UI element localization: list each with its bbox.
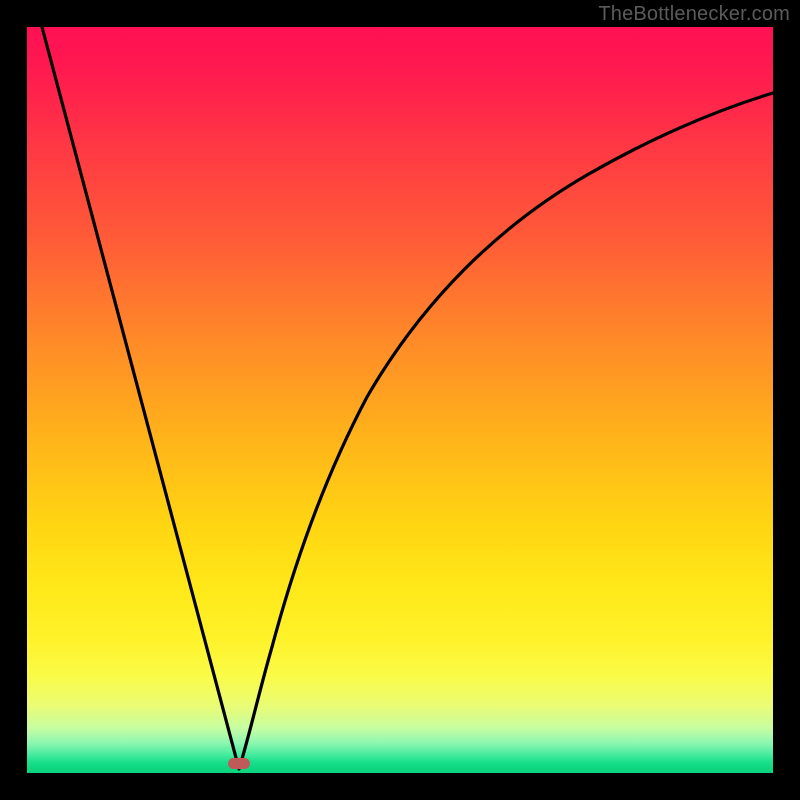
chart-canvas: TheBottlenecker.com (0, 0, 800, 800)
plot-area (27, 27, 773, 773)
attribution-label: TheBottlenecker.com (598, 3, 790, 26)
bottleneck-curve (27, 27, 773, 773)
curve-path (42, 27, 773, 769)
minimum-marker (228, 758, 250, 769)
